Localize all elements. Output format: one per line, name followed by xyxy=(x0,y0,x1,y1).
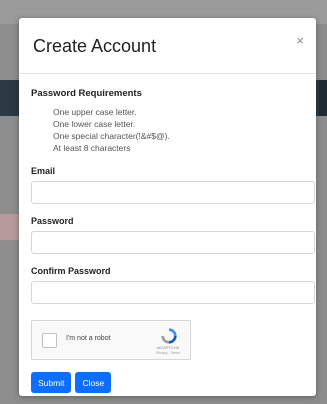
password-requirements-title: Password Requirements xyxy=(31,88,142,99)
password-field[interactable] xyxy=(31,231,315,254)
email-label: Email xyxy=(31,166,56,176)
requirement-item: At least 8 characters xyxy=(53,143,131,153)
requirement-item: One upper case letter. xyxy=(53,107,137,117)
email-field[interactable] xyxy=(31,181,315,204)
close-icon[interactable]: × xyxy=(296,34,304,47)
modal-actions: Submit Close xyxy=(31,372,304,393)
confirm-password-label: Confirm Password xyxy=(31,266,111,276)
modal-header: Create Account × xyxy=(19,18,316,74)
recaptcha-brand: reCAPTCHA xyxy=(156,345,180,350)
recaptcha-checkbox[interactable] xyxy=(42,333,57,348)
requirement-item: One special character(!&#$@). xyxy=(53,131,170,141)
create-account-modal: Create Account × Password Requirements O… xyxy=(19,18,316,396)
confirm-password-field[interactable] xyxy=(31,281,315,304)
modal-body: Password Requirements One upper case let… xyxy=(19,74,316,393)
recaptcha-links[interactable]: Privacy - Terms xyxy=(154,351,182,355)
submit-button[interactable]: Submit xyxy=(31,372,72,393)
background-navbar-edge xyxy=(319,80,327,116)
close-button[interactable]: Close xyxy=(75,372,112,393)
password-requirements-list: One upper case letter. One lower case le… xyxy=(53,106,304,154)
recaptcha-widget: I'm not a robot reCAPTCHA Privacy - Term… xyxy=(31,320,191,360)
recaptcha-logo-icon xyxy=(161,328,177,344)
requirement-item: One lower case letter. xyxy=(53,119,136,129)
modal-title: Create Account xyxy=(33,36,157,56)
password-label: Password xyxy=(31,216,74,226)
recaptcha-label: I'm not a robot xyxy=(66,335,111,342)
